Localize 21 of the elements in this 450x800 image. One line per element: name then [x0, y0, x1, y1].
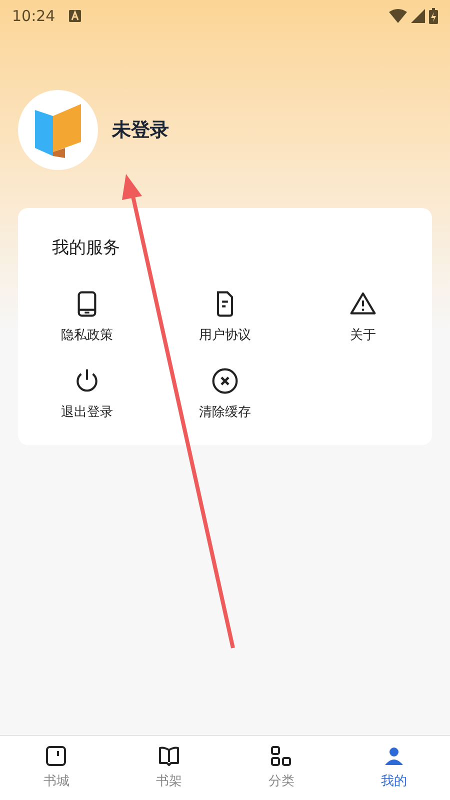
nav-tab[interactable]: 书城 [0, 744, 112, 800]
nav-tab[interactable]: 我的 [338, 744, 450, 800]
notification-icon [69, 10, 82, 22]
close-circle-icon [211, 367, 239, 395]
square-icon [44, 744, 68, 768]
signal-icon [411, 9, 425, 23]
service-item[interactable]: 退出登录 [61, 367, 113, 422]
service-item[interactable]: 关于 [349, 290, 377, 345]
nav-tab[interactable]: 书架 [112, 744, 225, 800]
nav-tab[interactable]: 分类 [225, 744, 338, 800]
battery-icon [429, 8, 438, 24]
wifi-icon [389, 9, 407, 23]
user-name[interactable]: 未登录 [112, 116, 169, 144]
book-icon [156, 744, 181, 768]
warning-icon [349, 290, 377, 318]
grid-icon [269, 744, 294, 768]
service-item[interactable]: 用户协议 [199, 290, 251, 345]
status-time: 10:24 [12, 6, 56, 27]
section-title: 我的服务 [51, 237, 121, 260]
service-item[interactable]: 隐私政策 [61, 290, 113, 345]
service-item[interactable]: 清除缓存 [199, 367, 251, 422]
